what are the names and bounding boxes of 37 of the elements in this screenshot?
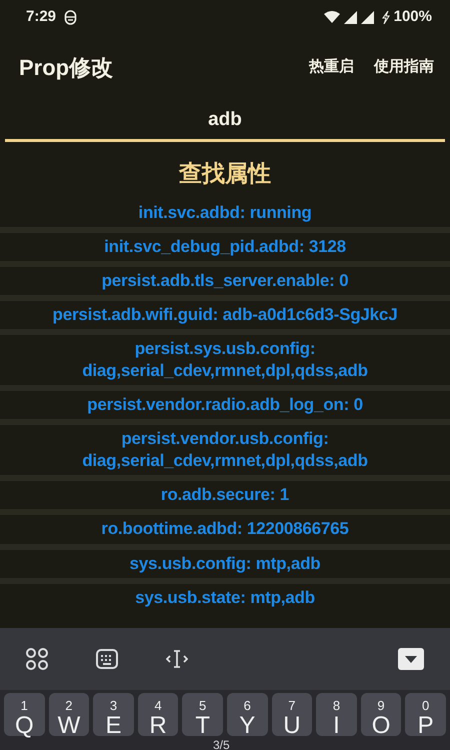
app-title: Prop修改 (19, 54, 114, 82)
keyboard-key[interactable]: 0 P (405, 693, 446, 736)
keyboard-key[interactable]: 6 Y (226, 693, 268, 736)
charging-icon (382, 10, 390, 24)
search-field[interactable]: adb (5, 100, 445, 142)
keyboard-key[interactable]: 5 T (182, 693, 223, 736)
page-indicator: 3/5 (213, 737, 230, 750)
property-item[interactable]: persist.vendor.usb.config: diag,serial_cdev,rmnet,dpl,qdss,adb (0, 425, 450, 482)
keyboard-key[interactable]: 9 O (360, 693, 402, 736)
action-button[interactable]: 热重启 (303, 52, 360, 82)
property-item[interactable]: init.svc.adbd: running (0, 198, 450, 233)
signal-icon (344, 10, 357, 24)
property-item[interactable]: ro.adb.secure: 1 (0, 481, 450, 516)
property-item[interactable]: sys.usb.state: mtp,adb (0, 584, 450, 612)
battery-percent: 100% (394, 6, 432, 27)
keyboard-key[interactable]: 4 R (138, 693, 178, 736)
section-heading: 查找属性 (178, 159, 272, 188)
action-button[interactable]: 使用指南 (368, 52, 440, 82)
property-item[interactable]: init.svc_debug_pid.adbd: 3128 (0, 232, 450, 267)
signal-icon (360, 10, 374, 24)
hide-keyboard-icon[interactable] (398, 648, 424, 670)
property-item[interactable]: persist.adb.wifi.guid: adb-a0d1c6d3-SgJkcJ (0, 300, 450, 335)
status-time: 7:29 (26, 6, 56, 27)
property-item[interactable]: ro.boottime.adbd: 12200866765 (0, 515, 450, 550)
property-item[interactable]: persist.sys.usb.config: diag,serial_cdev,rmnet,dpl,qdss,adb (0, 334, 450, 392)
cursor-icon[interactable] (166, 649, 188, 669)
property-item[interactable]: persist.adb.tls_server.enable: 0 (0, 266, 450, 301)
property-item[interactable]: persist.vendor.radio.adb_log_on: 0 (0, 391, 450, 426)
wifi-icon (324, 11, 340, 23)
keyboard-key[interactable]: 3 E (93, 693, 134, 736)
keyboard-key[interactable]: 7 U (272, 693, 312, 736)
keyboard-key[interactable]: 8 I (316, 693, 357, 736)
keyboard-key[interactable]: 1 Q (4, 693, 45, 736)
keyboard-key[interactable]: 2 W (48, 693, 90, 736)
apps-icon[interactable] (26, 648, 48, 670)
keyboard-icon[interactable] (96, 649, 118, 669)
property-item[interactable]: sys.usb.config: mtp,adb (0, 550, 450, 584)
